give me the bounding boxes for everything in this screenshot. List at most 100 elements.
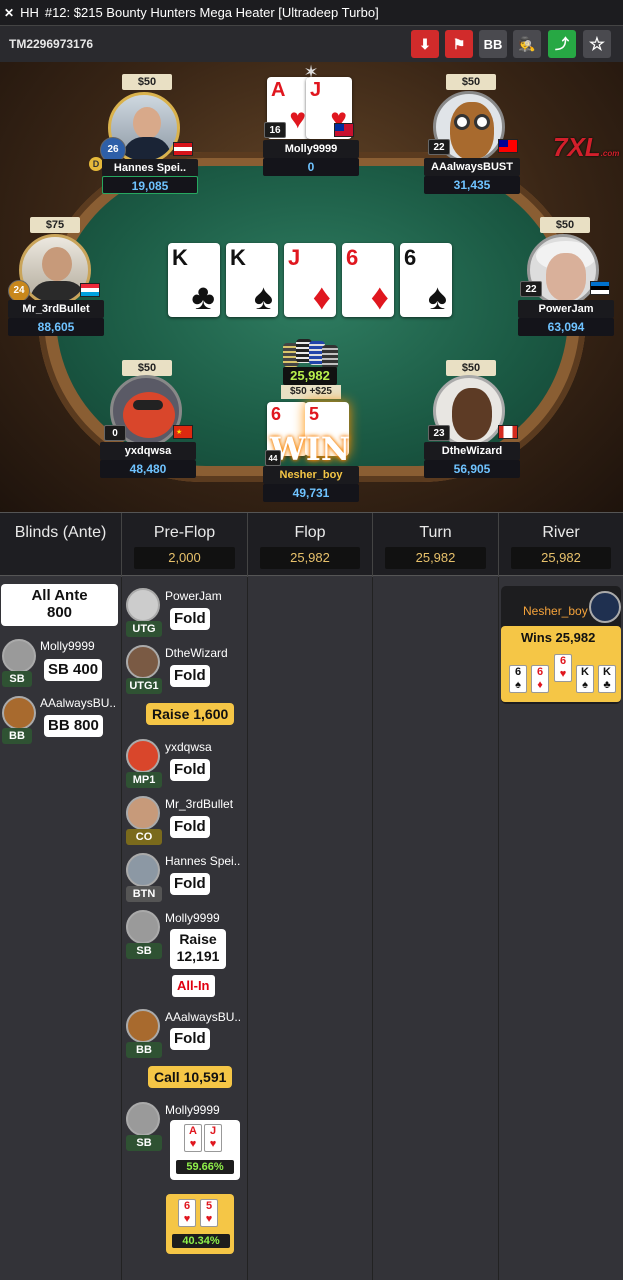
card-suit: ♥	[209, 1138, 217, 1150]
player-stack: 49,731	[263, 484, 359, 502]
action-player-name: yxdqwsa	[165, 740, 212, 754]
tab-flop[interactable]: Flop 25,982	[248, 513, 373, 577]
mini-card: 5 ♥	[200, 1199, 218, 1227]
bb-label: BB	[483, 36, 503, 52]
flag-icon	[498, 425, 518, 439]
river-column: Nesher_boy Wins 25,982 6 ♠ 6 ♦ 6 ♥ K ♠ K ♣	[499, 577, 623, 1280]
card-rank: K	[603, 666, 611, 678]
mini-card: 6 ♦	[531, 665, 549, 693]
winner-bounty: $50 +$25	[281, 385, 341, 399]
card-rank: K	[172, 245, 188, 270]
flag-icon	[590, 281, 610, 295]
favorite-button[interactable]: ☆	[583, 30, 611, 58]
flag-icon	[173, 142, 193, 156]
seat-bounty: $50	[446, 360, 496, 376]
hand-id: TM2296973176	[9, 37, 94, 51]
card-rank: K	[230, 245, 246, 270]
card-rank: J	[310, 79, 322, 101]
card-rank: 5	[309, 404, 320, 424]
action-bubble: Fold	[170, 665, 210, 687]
card-suit: ♠	[427, 276, 447, 317]
action-bubble: SB 400	[44, 659, 103, 681]
preflop-column: PowerJam UTG Fold DtheWizard UTG1 Fold R…	[122, 577, 248, 1280]
player-avatar	[589, 591, 621, 623]
download-button[interactable]: ⬇	[411, 30, 439, 58]
action-bubble: Fold	[170, 759, 210, 781]
action-player-name: Molly9999	[40, 639, 95, 653]
player-avatar	[126, 645, 160, 679]
card-rank: A	[189, 1125, 197, 1137]
report-button[interactable]: ⚑	[445, 30, 473, 58]
mini-card: K ♣	[598, 665, 616, 693]
player-avatar	[126, 588, 160, 622]
flag-icon	[80, 283, 100, 297]
player-name: Nesher_boy	[263, 466, 359, 484]
card-suit: ♦	[537, 679, 543, 691]
hero-action-bubble: Raise 1,600	[146, 703, 235, 725]
hero-showdown-box: 6 ♥ 5 ♥ 40.34%	[166, 1194, 234, 1254]
player-avatar	[126, 1009, 160, 1043]
action-player-name: DtheWizard	[165, 646, 228, 660]
card-suit: ♥	[559, 668, 567, 680]
winner-result: Wins 25,982 6 ♠ 6 ♦ 6 ♥ K ♠ K ♣	[501, 626, 621, 702]
player-name: PowerJam	[518, 300, 614, 318]
street-label: Turn	[419, 524, 452, 541]
board-card: 6 ♦	[342, 243, 394, 317]
player-avatar	[126, 1102, 160, 1136]
all-in-badge: All-In	[172, 975, 215, 997]
hero-action-bubble: Call 10,591	[148, 1066, 233, 1088]
position-badge: MP1	[126, 772, 162, 788]
share-button[interactable]: ⤴	[548, 30, 576, 58]
position-badge: CO	[126, 829, 162, 845]
player-stack: 88,605	[8, 318, 104, 336]
action-amount: 12,191	[176, 948, 220, 964]
position-badge: BB	[2, 728, 32, 744]
player-level-badge: 22	[428, 139, 450, 155]
card-suit: ♠	[582, 679, 588, 691]
winner-name: Nesher_boy	[523, 604, 588, 618]
street-pot: 2,000	[134, 547, 235, 569]
tab-blinds[interactable]: Blinds (Ante)	[0, 513, 122, 577]
card-suit: ♠	[515, 679, 521, 691]
position-badge: SB	[126, 943, 162, 959]
download-icon: ⬇	[419, 35, 431, 52]
player-name: Mr_3rdBullet	[8, 300, 104, 318]
equity-label: 40.34%	[172, 1234, 230, 1248]
card-suit: ♥	[289, 103, 306, 134]
ante-box: All Ante 800	[1, 584, 118, 626]
wins-label: Wins 25,982	[521, 630, 596, 645]
player-avatar	[126, 739, 160, 773]
app-logo-icon: ✕	[4, 5, 15, 20]
tab-preflop[interactable]: Pre-Flop 2,000	[122, 513, 248, 577]
card-suit: ♦	[370, 276, 389, 317]
board-card: J ♦	[284, 243, 336, 317]
tab-river[interactable]: River 25,982	[499, 513, 623, 577]
star-icon: ☆	[588, 33, 606, 54]
anonymize-button[interactable]: 🕵	[513, 30, 541, 58]
ante-label: All Ante	[31, 587, 88, 604]
player-stack: 63,094	[518, 318, 614, 336]
player-name: yxdqwsa	[100, 442, 196, 460]
card-rank: 6	[404, 245, 417, 270]
card-suit: ♦	[312, 276, 331, 317]
street-pot: 25,982	[385, 547, 486, 569]
card-rank: 6	[536, 666, 544, 678]
action-bubble: Fold	[170, 816, 210, 838]
flag-icon: ⚑	[452, 35, 466, 52]
action-bubble: BB 800	[44, 715, 103, 737]
action-player-name: Molly9999	[165, 911, 220, 925]
card-rank: 5	[205, 1200, 213, 1212]
mini-card: 6 ♥	[554, 654, 572, 682]
ante-amount: 800	[46, 604, 73, 621]
player-name: Hannes Spei..	[102, 159, 198, 177]
position-badge: UTG1	[126, 678, 162, 694]
tournament-title: #12: $215 Bounty Hunters Mega Heater [Ul…	[44, 5, 379, 20]
street-label: Blinds (Ante)	[14, 524, 107, 541]
bb-toggle-button[interactable]: BB	[479, 30, 507, 58]
action-bubble: Raise 12,191	[170, 929, 226, 969]
player-level-badge: 0	[104, 425, 126, 441]
spy-icon: 🕵	[518, 35, 536, 52]
tab-turn[interactable]: Turn 25,982	[373, 513, 499, 577]
brand-logo-main: 7XL	[553, 132, 601, 162]
action-player-name: PowerJam	[165, 589, 222, 603]
